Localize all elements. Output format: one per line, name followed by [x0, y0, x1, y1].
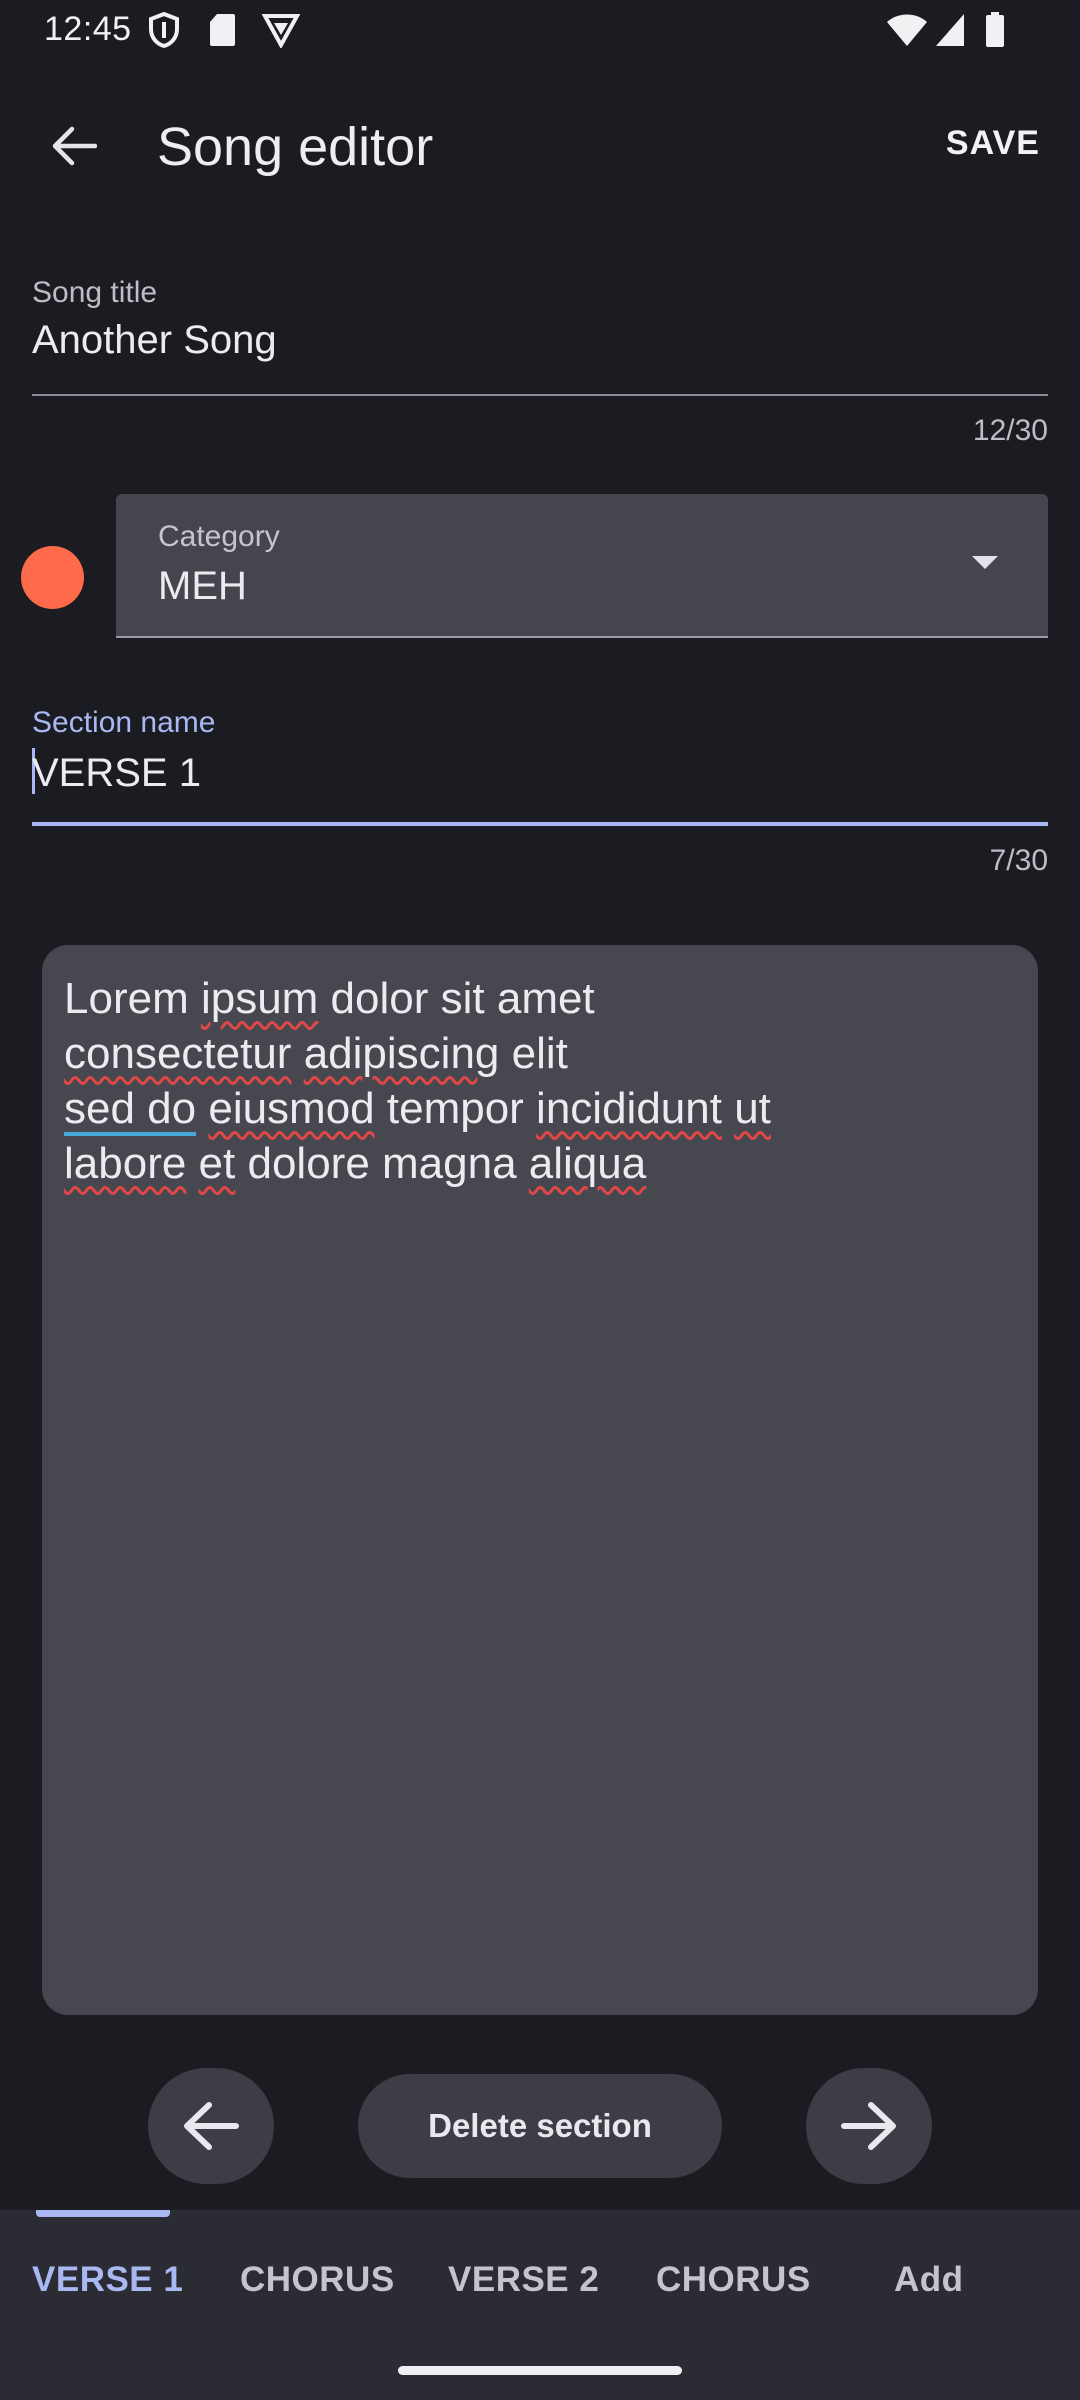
- next-section-button[interactable]: [806, 2068, 932, 2184]
- song-title-value[interactable]: Another Song: [32, 318, 1048, 363]
- tab-add[interactable]: Add: [894, 2260, 964, 2300]
- dropdown-arrow-icon: [972, 556, 998, 569]
- category-value: MEH: [158, 564, 247, 608]
- song-editor-screen: 12:45 Song editor SAVE Song title Anothe…: [0, 0, 1080, 2400]
- lyrics-text: Lorem ipsum dolor sit amet consectetur a…: [64, 971, 1014, 1191]
- section-name-underline: [32, 822, 1048, 826]
- app-bar: Song editor SAVE: [0, 90, 1080, 202]
- lyrics-line-3: sed do eiusmod tempor incididunt ut: [64, 1084, 771, 1133]
- shield-icon: [149, 12, 179, 48]
- category-label: Category: [158, 520, 280, 553]
- section-name-value: VERSE 1: [32, 751, 201, 795]
- lyrics-line-4: labore et dolore magna aliqua: [64, 1139, 647, 1188]
- tab-verse-1[interactable]: VERSE 1: [32, 2260, 183, 2300]
- vpn-icon: [262, 14, 300, 48]
- arrow-right-icon: [841, 2102, 896, 2150]
- section-name-counter: 7/30: [989, 844, 1048, 877]
- previous-section-button[interactable]: [148, 2068, 274, 2184]
- arrow-back-icon: [52, 126, 97, 166]
- song-title-counter: 12/30: [972, 414, 1048, 447]
- tab-chorus-1[interactable]: CHORUS: [240, 2260, 395, 2300]
- back-button[interactable]: [38, 110, 110, 182]
- home-indicator[interactable]: [398, 2366, 682, 2375]
- arrow-left-icon: [184, 2102, 239, 2150]
- song-title-underline: [32, 394, 1048, 396]
- song-title-field[interactable]: Song title Another Song: [32, 276, 1048, 398]
- wifi-icon: [887, 14, 927, 46]
- lyrics-line-2: consectetur adipiscing elit: [64, 1029, 568, 1078]
- tab-verse-2[interactable]: VERSE 2: [448, 2260, 599, 2300]
- category-color-dot[interactable]: [21, 546, 84, 609]
- active-tab-indicator: [36, 2210, 170, 2217]
- tab-chorus-2[interactable]: CHORUS: [656, 2260, 811, 2300]
- status-bar: 12:45: [0, 0, 1080, 62]
- song-title-label: Song title: [32, 276, 158, 309]
- section-name-input[interactable]: VERSE 1: [32, 748, 1048, 796]
- sd-card-icon: [210, 14, 235, 46]
- lyrics-text-area[interactable]: Lorem ipsum dolor sit amet consectetur a…: [42, 945, 1038, 2015]
- lyrics-line-1: Lorem ipsum dolor sit amet: [64, 974, 595, 1023]
- section-name-label: Section name: [32, 706, 216, 739]
- battery-icon: [986, 12, 1004, 47]
- status-time: 12:45: [44, 10, 132, 48]
- page-title: Song editor: [157, 117, 434, 177]
- category-dropdown[interactable]: Category MEH: [116, 494, 1048, 638]
- delete-section-button[interactable]: Delete section: [358, 2074, 722, 2178]
- save-button[interactable]: SAVE: [946, 124, 1040, 163]
- section-tab-bar: VERSE 1 CHORUS VERSE 2 CHORUS Add: [0, 2210, 1080, 2400]
- section-name-field[interactable]: Section name VERSE 1: [32, 706, 1048, 828]
- signal-icon: [936, 14, 964, 46]
